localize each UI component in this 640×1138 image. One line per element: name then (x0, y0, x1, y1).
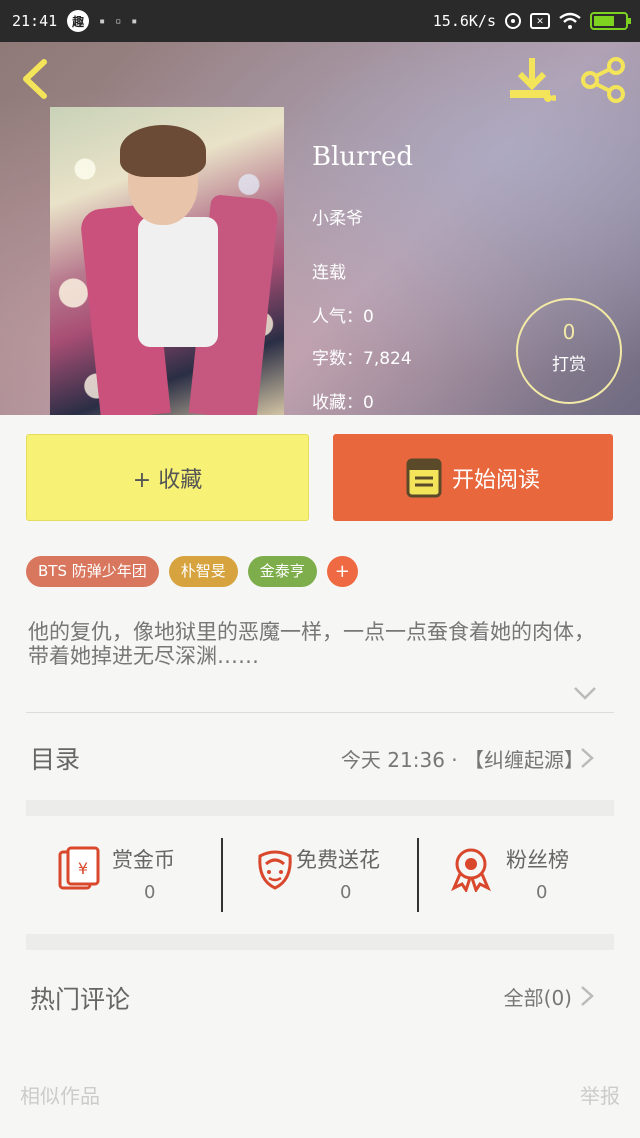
flower-icon (258, 850, 292, 890)
sim-off-icon: ✕ (530, 13, 550, 29)
notification-icon: ▫ (115, 15, 122, 27)
notification-icon: ▪ (99, 15, 106, 27)
free-flower-button[interactable]: 免费送花 0 (222, 830, 418, 916)
tip-button[interactable]: 0 打赏 (516, 298, 622, 404)
section-separator (26, 800, 614, 816)
battery-icon (590, 12, 631, 30)
reward-coins-value: 0 (144, 882, 156, 903)
tag-list: BTS 防弹少年团 朴智旻 金泰亨 + (26, 556, 358, 587)
collect-button[interactable]: + 收藏 (26, 434, 309, 521)
back-icon[interactable] (16, 56, 56, 102)
free-flower-value: 0 (340, 882, 352, 903)
notification-icon: ▪ (131, 15, 138, 27)
hot-comments-title: 热门评论 (30, 985, 131, 1014)
divider (26, 712, 614, 713)
tag-item[interactable]: BTS 防弹少年团 (26, 556, 159, 587)
tip-label: 打赏 (552, 355, 586, 375)
status-bar: 21:41 趣 ▪ ▫ ▪ 15.6K/s ✕ (0, 0, 640, 42)
red-envelope-icon: ¥ (58, 846, 100, 890)
fan-ranking-button[interactable]: 粉丝榜 0 (418, 830, 614, 916)
chevron-right-icon (581, 748, 594, 768)
wifi-icon (559, 12, 581, 29)
app-badge-icon: 趣 (67, 10, 90, 32)
book-popularity: 人气：0 (312, 307, 374, 327)
net-speed: 15.6K/s (432, 12, 496, 30)
svg-text:¥: ¥ (78, 859, 88, 878)
all-comments-link[interactable]: 全部(0) (504, 982, 572, 1011)
download-icon[interactable] (508, 56, 556, 104)
report-link[interactable]: 举报 (580, 1080, 620, 1109)
share-icon[interactable] (580, 56, 628, 104)
tag-item[interactable]: 朴智旻 (168, 556, 238, 587)
add-tag-button[interactable]: + (326, 556, 358, 587)
tip-count: 0 (562, 320, 576, 344)
start-reading-button[interactable]: 开始阅读 (333, 434, 613, 521)
book-icon (406, 458, 442, 497)
book-favorites: 收藏：0 (312, 393, 374, 413)
medal-icon (451, 848, 491, 892)
toc-latest-chapter: 今天 21:36 · 【纠缠起源】 (340, 748, 584, 772)
similar-works-link[interactable]: 相似作品 (20, 1080, 100, 1109)
fan-ranking-label: 粉丝榜 (506, 848, 569, 872)
status-time: 21:41 (12, 12, 58, 30)
tag-item[interactable]: 金泰亨 (247, 556, 317, 587)
book-title: Blurred (312, 142, 414, 172)
hotspot-icon (505, 13, 521, 29)
free-flower-label: 免费送花 (296, 848, 380, 872)
start-reading-label: 开始阅读 (451, 467, 540, 493)
chevron-right-icon (581, 986, 594, 1006)
book-status: 连载 (312, 263, 346, 283)
fan-ranking-value: 0 (536, 882, 548, 903)
section-separator (26, 934, 614, 950)
book-description: 他的复仇，像地狱里的恶魔一样，一点一点蚕食着她的肉体，带着她掉进无尽深渊…… (28, 620, 595, 668)
reward-coins-button[interactable]: ¥ 赏金币 0 (26, 830, 222, 916)
toc-label: 目录 (30, 745, 81, 774)
book-cover-image[interactable] (50, 107, 284, 415)
book-word-count: 字数：7,824 (312, 349, 412, 369)
book-header: Blurred 小柔爷 连载 人气：0 字数：7,824 收藏：0 0 打赏 (0, 42, 640, 415)
collect-label: + 收藏 (132, 467, 203, 493)
reward-coins-label: 赏金币 (112, 848, 175, 872)
chevron-down-icon[interactable] (572, 684, 598, 702)
book-author[interactable]: 小柔爷 (312, 204, 363, 229)
